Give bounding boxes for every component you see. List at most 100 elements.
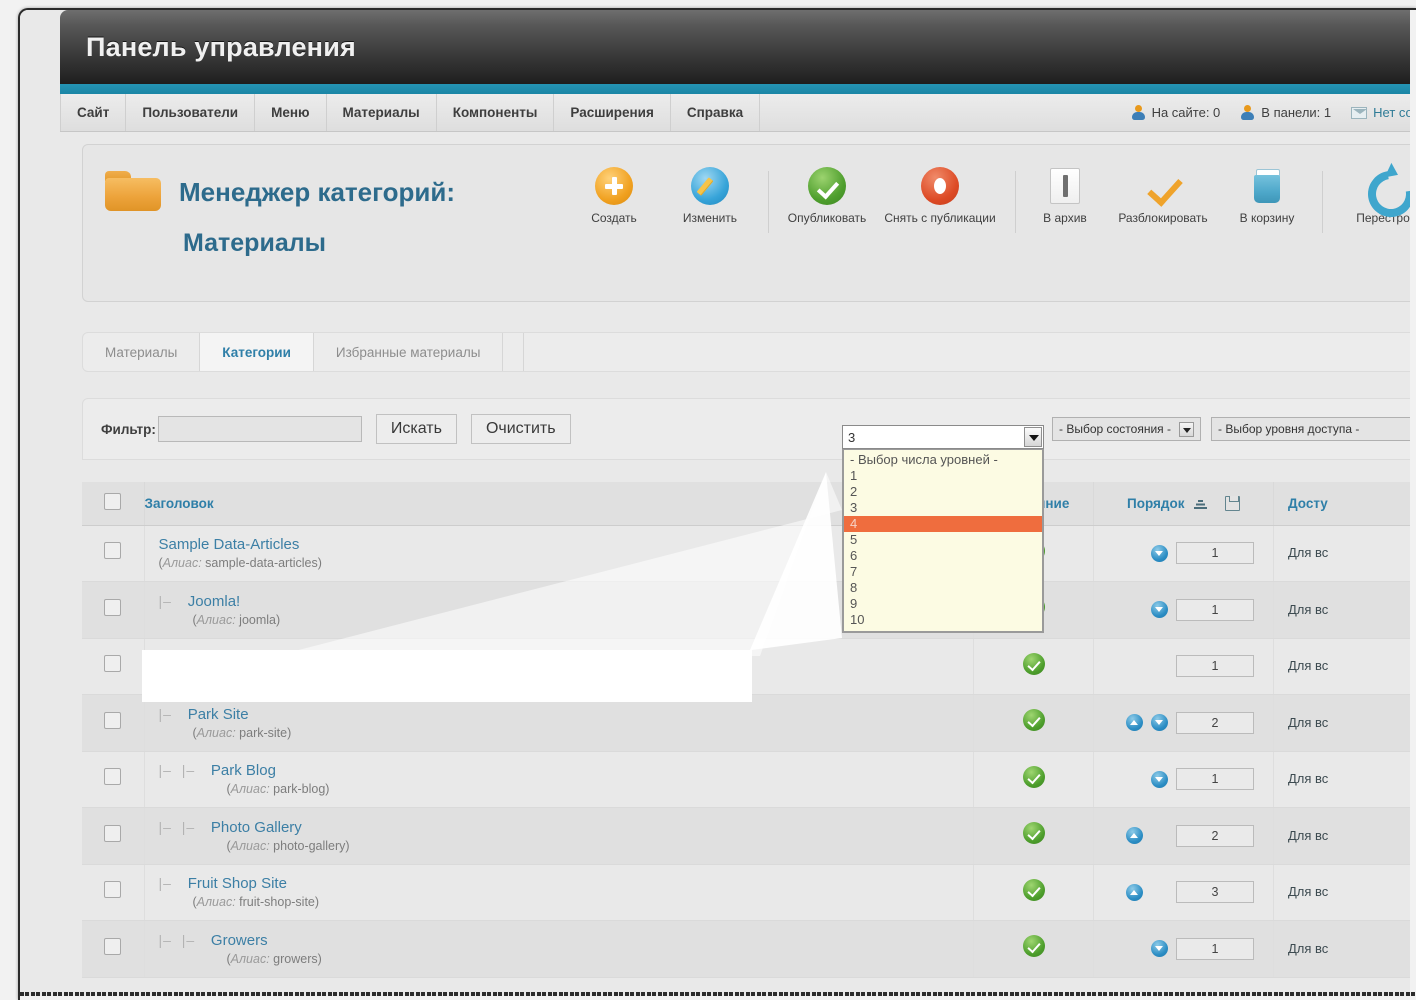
table-row: |– |– Park Blog (Алиас: park-blog) Для вс [82, 751, 1416, 808]
row-checkbox[interactable] [104, 768, 122, 786]
toolbar-button-publish[interactable]: Опубликовать [779, 167, 875, 225]
status-published-icon[interactable] [1022, 878, 1045, 901]
table-row: |– |– Growers (Алиас: growers) Для вс [82, 920, 1416, 978]
order-input[interactable] [1176, 711, 1254, 734]
move-down-icon[interactable] [1151, 714, 1168, 732]
levels-option[interactable]: 4 [844, 516, 1042, 532]
levels-option[interactable]: 5 [844, 532, 1042, 548]
move-up-icon[interactable] [1126, 883, 1143, 901]
search-input[interactable] [157, 416, 362, 442]
levels-filter-dropdown[interactable]: 3 - Выбор числа уровней -1 2 3 4 5 6 7 8 9 10 [842, 425, 1044, 633]
move-up-icon[interactable] [1126, 827, 1143, 845]
levels-option[interactable]: 3 [844, 500, 1042, 516]
menu-item-content[interactable]: Материалы [327, 94, 437, 131]
row-checkbox[interactable] [104, 824, 122, 842]
access-level-label: Для вс [1288, 884, 1329, 900]
row-checkbox[interactable] [104, 542, 122, 560]
menu-item-help[interactable]: Справка [671, 94, 761, 131]
menubar-spacer [760, 94, 1120, 131]
row-checkbox[interactable] [104, 881, 122, 899]
toolbar-button-archive[interactable]: В архив [1026, 167, 1104, 225]
levels-filter-select[interactable]: 3 [842, 425, 1044, 449]
column-header-access[interactable]: Досту [1273, 482, 1416, 526]
levels-option[interactable]: 9 [844, 596, 1042, 612]
levels-option[interactable]: 6 [844, 548, 1042, 564]
category-link[interactable]: Growers [211, 932, 268, 949]
clear-filter-button[interactable]: Очистить [470, 414, 571, 444]
order-input[interactable] [1176, 824, 1254, 847]
sort-ascending-icon[interactable] [1193, 497, 1209, 510]
toolbar-button-trash[interactable]: В корзину [1222, 167, 1312, 225]
tree-indent-marker: |– |– [158, 818, 205, 835]
menu-item-site[interactable]: Сайт [60, 94, 127, 131]
message-icon [1351, 106, 1368, 119]
row-checkbox[interactable] [104, 937, 122, 955]
row-access-cell: Для вс [1273, 525, 1416, 582]
levels-option[interactable]: 2 [844, 484, 1042, 500]
category-link[interactable]: Park Site [188, 706, 249, 723]
search-button[interactable]: Искать [375, 414, 457, 444]
order-input[interactable] [1176, 542, 1254, 565]
save-order-icon[interactable] [1225, 495, 1240, 511]
order-input[interactable] [1176, 881, 1254, 904]
status-published-icon[interactable] [1022, 709, 1045, 732]
row-checkbox[interactable] [104, 598, 122, 616]
status-visitors-label: На сайте: 0 [1151, 105, 1221, 120]
toolbar-button-edit[interactable]: Изменить [662, 167, 758, 225]
toolbar-separator [768, 171, 769, 233]
tab-categories[interactable]: Категории [200, 333, 314, 371]
status-published-icon[interactable] [1022, 935, 1045, 958]
access-level-label: Для вс [1288, 827, 1329, 843]
category-link[interactable]: Sample Data-Articles [159, 536, 300, 553]
status-published-icon[interactable] [1022, 765, 1045, 788]
state-filter-select[interactable]: - Выбор состояния - [1051, 417, 1201, 441]
levels-option[interactable]: 10 [844, 612, 1042, 628]
menu-item-menus[interactable]: Меню [255, 94, 327, 131]
category-link[interactable]: Photo Gallery [211, 819, 302, 836]
access-filter-select[interactable]: - Выбор уровня доступа - [1211, 417, 1416, 441]
tab-articles[interactable]: Материалы [83, 333, 201, 371]
levels-option[interactable]: - Выбор числа уровней - [844, 452, 1042, 468]
select-all-checkbox[interactable] [104, 493, 122, 511]
status-published-icon[interactable] [1022, 652, 1045, 675]
move-down-icon[interactable] [1151, 601, 1168, 619]
toolbar-button-unpublish[interactable]: Снять с публикации [875, 167, 1005, 225]
levels-option[interactable]: 8 [844, 580, 1042, 596]
order-input[interactable] [1176, 655, 1254, 678]
levels-option[interactable]: 7 [844, 564, 1042, 580]
order-input[interactable] [1176, 768, 1254, 791]
row-access-cell: Для вс [1273, 864, 1416, 921]
menu-item-users[interactable]: Пользователи [126, 94, 256, 131]
order-input[interactable] [1176, 937, 1254, 960]
category-link[interactable]: Fruit Shop Site [188, 875, 287, 892]
tree-indent-marker: |– [158, 592, 182, 609]
move-down-icon[interactable] [1151, 940, 1168, 958]
category-link[interactable]: Park Blog [211, 762, 276, 779]
row-checkbox[interactable] [104, 711, 122, 729]
chevron-down-icon[interactable] [1024, 427, 1042, 447]
move-down-icon[interactable] [1151, 544, 1168, 562]
tab-featured[interactable]: Избранные материалы [314, 333, 504, 371]
column-header-order[interactable]: Порядок [1093, 482, 1274, 526]
move-down-icon[interactable] [1151, 770, 1168, 788]
pencil-circle-icon [691, 167, 729, 205]
spotlight-highlight-row [142, 650, 752, 702]
teal-accent-bar [60, 84, 1416, 94]
category-link[interactable]: Joomla! [188, 593, 241, 610]
row-order-cell [1093, 751, 1274, 808]
row-checkbox[interactable] [104, 655, 122, 673]
menu-item-components[interactable]: Компоненты [437, 94, 555, 131]
order-input[interactable] [1176, 598, 1254, 621]
levels-option[interactable]: 1 [844, 468, 1042, 484]
admin-title: Панель управления [86, 31, 356, 62]
toolbar-button-edit-label: Изменить [682, 211, 738, 225]
row-state-cell [973, 751, 1094, 808]
category-alias: (Алиас: photo-gallery) [226, 838, 350, 853]
toolbar-button-new[interactable]: Создать [566, 167, 662, 225]
menu-item-extensions[interactable]: Расширения [554, 94, 671, 131]
access-filter-value: - Выбор уровня доступа - [1218, 422, 1360, 436]
status-published-icon[interactable] [1022, 822, 1045, 845]
toolbar-button-checkin[interactable]: Разблокировать [1104, 167, 1222, 225]
row-access-cell: Для вс [1273, 751, 1416, 808]
move-up-icon[interactable] [1126, 714, 1143, 732]
